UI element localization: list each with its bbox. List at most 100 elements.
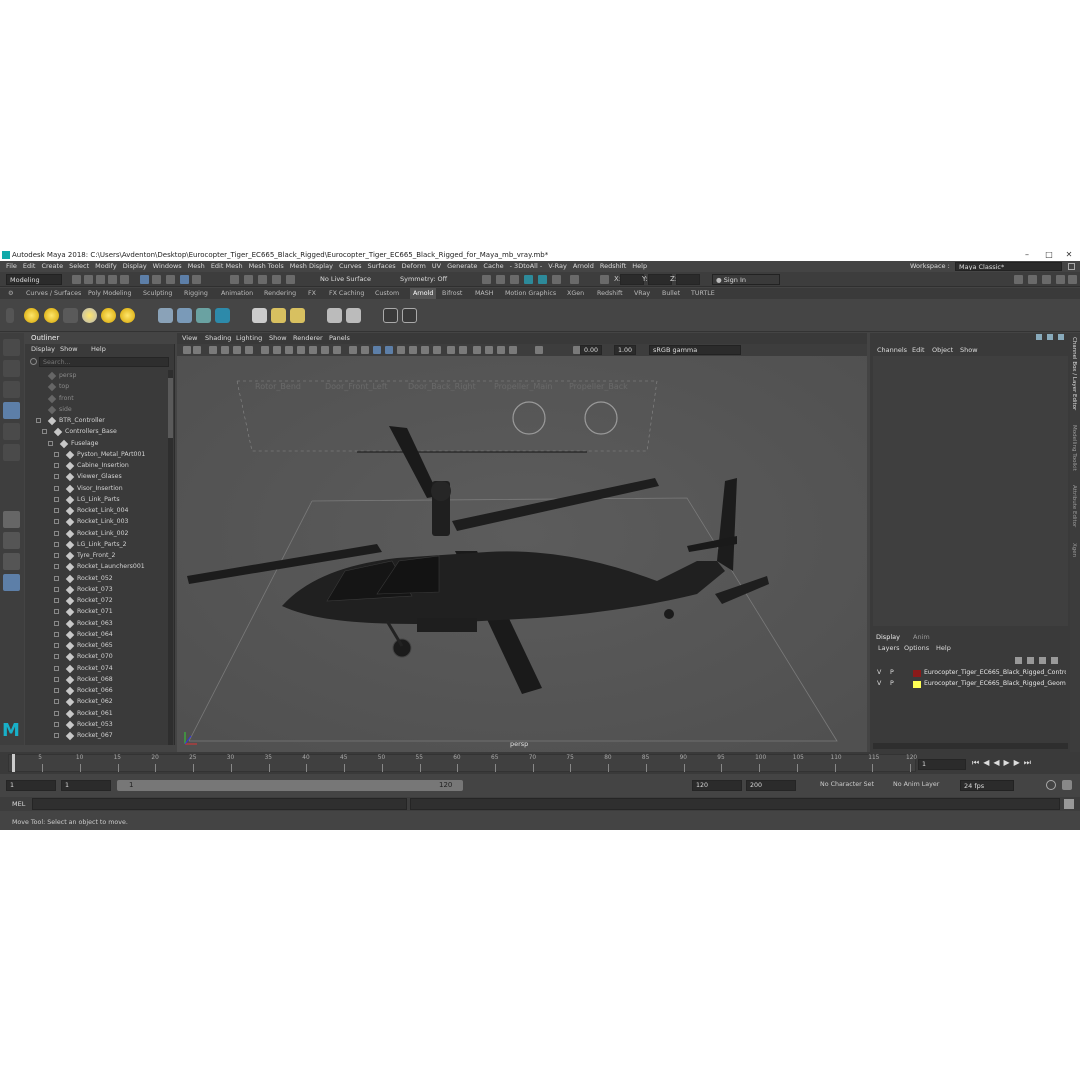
minimize-button[interactable]: – [1016, 249, 1038, 261]
standin-icon[interactable] [158, 308, 173, 323]
expand-toggle-icon[interactable] [54, 710, 59, 716]
controller-label[interactable]: Door_Front_Left [325, 382, 388, 391]
viewport-menu-renderer[interactable]: Renderer [293, 333, 323, 344]
controller-label[interactable]: Propeller_Main [494, 382, 552, 391]
outliner-item[interactable]: BTR_Controller [25, 415, 168, 426]
outliner-item[interactable]: Rocket_072 [25, 595, 168, 606]
y-field[interactable] [648, 274, 672, 285]
expand-toggle-icon[interactable] [54, 541, 59, 547]
outliner-item[interactable]: Pyston_Metal_PArt001 [25, 449, 168, 460]
shelf-tab-curves-surfaces[interactable]: Curves / Surfaces [26, 288, 81, 299]
current-time-marker[interactable] [12, 754, 15, 772]
color-space-dropdown[interactable]: sRGB gamma [649, 345, 741, 355]
shelf-tab-bifrost[interactable]: Bifrost [442, 288, 462, 299]
snap-grid-icon[interactable] [230, 275, 239, 284]
symmetry-label[interactable]: Symmetry: Off [400, 275, 447, 283]
expand-toggle-icon[interactable] [42, 429, 47, 435]
menu-v-ray[interactable]: V-Ray [548, 261, 567, 272]
outliner-item[interactable]: top [25, 381, 168, 392]
render-frame-icon[interactable] [496, 275, 505, 284]
history-icon[interactable] [482, 275, 491, 284]
outliner-item[interactable]: Visor_Insertion [25, 483, 168, 494]
menu-deform[interactable]: Deform [402, 261, 426, 272]
select-component-icon[interactable] [166, 275, 175, 284]
expand-toggle-icon[interactable] [54, 564, 59, 570]
z-field[interactable] [676, 274, 700, 285]
expand-toggle-icon[interactable] [54, 530, 59, 536]
menu-file[interactable]: File [6, 261, 17, 272]
menu-mesh[interactable]: Mesh [188, 261, 205, 272]
workspace-dropdown[interactable]: Maya Classic* [955, 262, 1062, 271]
expand-toggle-icon[interactable] [54, 575, 59, 581]
wireframe-icon[interactable] [349, 346, 357, 354]
paint-select-tool-icon[interactable] [3, 381, 20, 398]
expand-toggle-icon[interactable] [48, 440, 53, 446]
expand-toggle-icon[interactable] [54, 620, 59, 626]
layer-row[interactable]: V P Eurocopter_Tiger_EC665_Black_Rigged_Co… [873, 668, 1068, 679]
undo-icon[interactable] [108, 275, 117, 284]
2d-pan-zoom-icon[interactable] [233, 346, 241, 354]
hypershade-icon[interactable] [538, 275, 547, 284]
shelf-tab-poly-modeling[interactable]: Poly Modeling [88, 288, 132, 299]
channel-box-icon[interactable] [1056, 275, 1065, 284]
rotate-tool-icon[interactable] [3, 423, 20, 440]
shelf-tab-arnold[interactable]: Arnold [410, 288, 437, 299]
depth-of-field-icon[interactable] [459, 346, 467, 354]
expand-toggle-icon[interactable] [54, 643, 59, 648]
xray-joints-icon[interactable] [497, 346, 505, 354]
animation-end-field[interactable]: 200 [746, 780, 796, 791]
xray-icon[interactable] [485, 346, 493, 354]
render-settings-icon[interactable] [524, 275, 533, 284]
outliner-item[interactable]: Rocket_061 [25, 708, 168, 719]
attribute-editor-icon[interactable] [1028, 275, 1037, 284]
menu-arnold[interactable]: Arnold [573, 261, 594, 272]
channel-menu-edit[interactable]: Edit [912, 346, 925, 354]
lasso-tool-icon[interactable] [3, 360, 20, 377]
outliner-item[interactable]: Controllers_Base [25, 426, 168, 437]
outliner-toggle-icon[interactable] [1068, 275, 1077, 284]
viewport-menu-panels[interactable]: Panels [329, 333, 350, 344]
layer-color-swatch[interactable] [913, 670, 921, 677]
menu-uv[interactable]: UV [432, 261, 441, 272]
channel-menu-channels[interactable]: Channels [877, 346, 907, 354]
playback-start-field[interactable]: 1 [61, 780, 111, 791]
smooth-shade-icon[interactable] [361, 346, 369, 354]
shelf-tab-animation[interactable]: Animation [221, 288, 253, 299]
photometric-light-icon[interactable] [82, 308, 97, 323]
snap-point-icon[interactable] [258, 275, 267, 284]
shelf-tab-sculpting[interactable]: Sculpting [143, 288, 172, 299]
script-editor-icon[interactable] [1064, 799, 1074, 809]
area-light-icon[interactable] [44, 308, 59, 323]
layer-visibility-toggle[interactable]: V [877, 680, 881, 687]
menu-modify[interactable]: Modify [95, 261, 117, 272]
expand-toggle-icon[interactable] [54, 553, 59, 558]
textured-icon[interactable] [385, 346, 393, 354]
shelf-tab-custom[interactable]: Custom [375, 288, 399, 299]
expand-toggle-icon[interactable] [54, 496, 59, 502]
save-scene-icon[interactable] [96, 275, 105, 284]
controller-label[interactable]: Propeller_Back [569, 382, 628, 391]
menu-windows[interactable]: Windows [153, 261, 182, 272]
playback-end-field[interactable]: 120 [692, 780, 742, 791]
ipr-render-icon[interactable] [510, 275, 519, 284]
xray-components-icon[interactable] [509, 346, 517, 354]
shelf-menu-icon[interactable]: ⚙ [8, 288, 14, 299]
menu-cache[interactable]: Cache [483, 261, 503, 272]
menu-display[interactable]: Display [123, 261, 147, 272]
channel-menu-object[interactable]: Object [932, 346, 953, 354]
exposure-field[interactable]: 0.00 [580, 345, 602, 355]
menu-select[interactable]: Select [69, 261, 89, 272]
outliner-menu-show[interactable]: Show [60, 345, 78, 353]
side-tab[interactable]: Attribute Editor [1071, 485, 1077, 527]
layer-scrollbar[interactable] [873, 743, 1068, 749]
outliner-item[interactable]: front [25, 393, 168, 404]
outliner-item[interactable]: Tyre_Front_2 [25, 550, 168, 561]
outliner-menu-display[interactable]: Display [31, 345, 55, 353]
snap-view-plane-icon[interactable] [272, 275, 281, 284]
outliner-layout-icon[interactable] [3, 574, 20, 591]
outliner-search-input[interactable]: Search... [39, 357, 169, 367]
tool-settings-icon[interactable] [1042, 275, 1051, 284]
shelf-tab-turtle[interactable]: TURTLE [691, 288, 715, 299]
field-chart-icon[interactable] [309, 346, 317, 354]
sign-in-button[interactable]: ● Sign In [712, 274, 780, 285]
